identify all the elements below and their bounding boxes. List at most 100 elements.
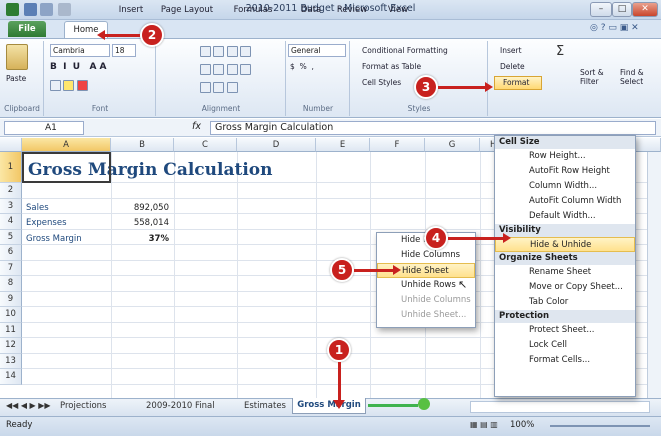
- tab-insert[interactable]: Insert: [110, 2, 152, 18]
- menu-protect-sheet[interactable]: Protect Sheet...: [495, 323, 635, 338]
- callout-arrow-2: [104, 34, 140, 37]
- menu-rename-sheet[interactable]: Rename Sheet: [495, 265, 635, 280]
- tab-view[interactable]: View: [380, 2, 416, 18]
- alignment-buttons[interactable]: [200, 46, 252, 59]
- maximize-button[interactable]: □: [612, 2, 632, 17]
- row-header-2[interactable]: 2: [0, 183, 22, 199]
- autosum-icon[interactable]: Σ: [556, 44, 564, 59]
- tab-page-layout[interactable]: Page Layout: [156, 2, 218, 18]
- close-button[interactable]: ✕: [632, 2, 658, 17]
- number-format-select[interactable]: General: [288, 44, 346, 57]
- callout-arrow-4: [448, 233, 511, 243]
- row-header-4[interactable]: 4: [0, 214, 22, 230]
- undo-icon[interactable]: [40, 3, 53, 16]
- indent-buttons[interactable]: [200, 82, 238, 95]
- tab-file[interactable]: File: [8, 21, 46, 37]
- minimize-button[interactable]: –: [590, 2, 612, 17]
- column-header-b[interactable]: B: [111, 138, 174, 152]
- menu-autofit-column-width[interactable]: AutoFit Column Width: [495, 194, 635, 209]
- row-header-6[interactable]: 6: [0, 245, 22, 261]
- row-header-5[interactable]: 5: [0, 229, 22, 245]
- row-header-11[interactable]: 11: [0, 322, 22, 338]
- menu-column-width[interactable]: Column Width...: [495, 179, 635, 194]
- cell-a3[interactable]: Sales: [26, 203, 49, 213]
- sheet-tab-projections[interactable]: Projections: [60, 399, 106, 413]
- insert-cells-button[interactable]: Insert: [500, 46, 522, 55]
- cell-b5[interactable]: 37%: [111, 234, 169, 244]
- horizontal-scrollbar[interactable]: [470, 401, 650, 413]
- name-box[interactable]: A1: [4, 121, 84, 135]
- sheet-tab-2009-2010-final[interactable]: 2009-2010 Final: [146, 399, 215, 413]
- menu-hide-unhide[interactable]: Hide & Unhide: [495, 237, 635, 252]
- menu-autofit-row-height[interactable]: AutoFit Row Height: [495, 164, 635, 179]
- column-header-a[interactable]: A: [22, 138, 111, 152]
- sheet-tab-estimates[interactable]: Estimates: [244, 399, 286, 413]
- row-header-1[interactable]: 1: [0, 152, 22, 183]
- dollar-button[interactable]: $: [290, 62, 295, 71]
- fx-icon[interactable]: fx: [192, 121, 201, 132]
- submenu-hide-columns[interactable]: Hide Columns: [377, 248, 475, 263]
- sheet-tab-gross-margin[interactable]: Gross Margin: [292, 398, 366, 414]
- column-header-f[interactable]: F: [370, 138, 425, 152]
- menu-move-copy-sheet[interactable]: Move or Copy Sheet...: [495, 280, 635, 295]
- vertical-scrollbar[interactable]: [647, 152, 661, 398]
- row-header-8[interactable]: 8: [0, 276, 22, 292]
- row-header-3[interactable]: 3: [0, 198, 22, 214]
- column-header-e[interactable]: E: [316, 138, 370, 152]
- menu-row-height[interactable]: Row Height...: [495, 149, 635, 164]
- help-icons[interactable]: ◎ ? ▭ ▣ ✕: [590, 23, 656, 35]
- format-button[interactable]: Format: [494, 76, 542, 90]
- alignment-buttons-row2[interactable]: [200, 64, 252, 77]
- font-label: Font: [91, 104, 109, 113]
- excel-logo-icon: [6, 3, 19, 16]
- select-all-corner[interactable]: [0, 138, 22, 152]
- clipboard-label: Clipboard: [4, 104, 40, 113]
- zoom-level[interactable]: 100%: [510, 420, 534, 430]
- number-label: Number: [302, 104, 334, 113]
- cell-a4[interactable]: Expenses: [26, 218, 67, 228]
- row-header-12[interactable]: 12: [0, 338, 22, 354]
- cell-styles-button[interactable]: Cell Styles: [362, 78, 401, 87]
- menu-tab-color[interactable]: Tab Color: [495, 295, 635, 310]
- row-header-10[interactable]: 10: [0, 307, 22, 323]
- delete-cells-button[interactable]: Delete: [500, 62, 525, 71]
- menu-lock-cell[interactable]: Lock Cell: [495, 338, 635, 353]
- menu-default-width[interactable]: Default Width...: [495, 209, 635, 224]
- row-header-13[interactable]: 13: [0, 353, 22, 369]
- paste-icon[interactable]: [6, 44, 28, 70]
- find-select-button[interactable]: Find & Select: [620, 68, 658, 86]
- save-icon[interactable]: [24, 3, 37, 16]
- comma-button[interactable]: ,: [311, 62, 313, 71]
- bold-italic-underline-buttons[interactable]: B I U A A: [50, 62, 107, 72]
- zoom-slider[interactable]: [550, 425, 650, 427]
- grid-column-line: [370, 152, 371, 398]
- font-size-input[interactable]: 18: [112, 44, 136, 57]
- row-header-7[interactable]: 7: [0, 260, 22, 276]
- cell-b4[interactable]: 558,014: [111, 218, 169, 228]
- tab-data[interactable]: Data: [294, 2, 328, 18]
- sheet-nav-arrows[interactable]: ◀◀ ◀ ▶ ▶▶: [6, 399, 51, 413]
- status-ready: Ready: [6, 420, 33, 430]
- tab-formulas[interactable]: Formulas: [228, 2, 278, 18]
- sort-filter-button[interactable]: Sort & Filter: [580, 68, 616, 86]
- borders-fill-color-buttons[interactable]: [50, 80, 88, 93]
- cell-b3[interactable]: 892,050: [111, 203, 169, 213]
- format-as-table-button[interactable]: Format as Table: [362, 62, 421, 71]
- formula-input[interactable]: Gross Margin Calculation: [210, 121, 656, 135]
- font-name-input[interactable]: Cambria: [50, 44, 110, 57]
- number-buttons[interactable]: $ % ,: [290, 62, 314, 71]
- green-dot-icon: [418, 398, 430, 410]
- paste-button[interactable]: Paste: [6, 74, 26, 83]
- row-header-9[interactable]: 9: [0, 291, 22, 307]
- view-buttons[interactable]: ▦ ▤ ▥: [470, 420, 498, 429]
- column-header-d[interactable]: D: [237, 138, 316, 152]
- row-header-14[interactable]: 14: [0, 369, 22, 385]
- cell-a5[interactable]: Gross Margin: [26, 234, 82, 244]
- menu-format-cells[interactable]: Format Cells...: [495, 353, 635, 368]
- column-header-c[interactable]: C: [174, 138, 237, 152]
- tab-review[interactable]: Review: [332, 2, 372, 18]
- percent-button[interactable]: %: [300, 62, 307, 71]
- conditional-formatting-button[interactable]: Conditional Formatting: [362, 46, 448, 55]
- column-header-g[interactable]: G: [425, 138, 480, 152]
- redo-icon[interactable]: [58, 3, 71, 16]
